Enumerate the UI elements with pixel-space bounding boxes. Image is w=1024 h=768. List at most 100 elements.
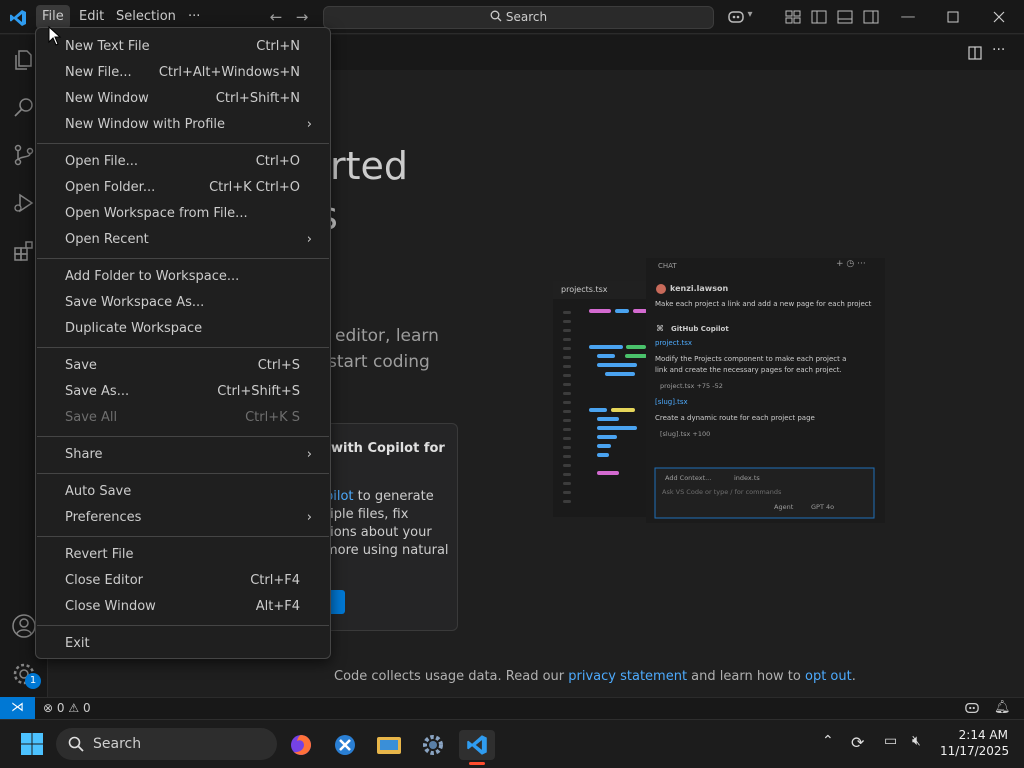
- firefox-icon[interactable]: [283, 730, 319, 760]
- menu-item-label: Add Folder to Workspace...: [65, 269, 240, 284]
- command-center-search[interactable]: Search: [323, 6, 714, 29]
- menu-item-label: Close Window: [65, 599, 156, 614]
- menu-item-close-window[interactable]: Close Window Alt+F4: [36, 594, 330, 620]
- copilot-icon[interactable]: [727, 9, 745, 25]
- menu-item-save-workspace-as[interactable]: Save Workspace As...: [36, 290, 330, 316]
- chat-user-message: Make each project a link and add a new p…: [655, 300, 872, 308]
- chat-title: CHAT: [658, 262, 677, 270]
- menu-separator: [37, 143, 329, 144]
- copilot-avatar-icon: ⌘: [656, 324, 664, 333]
- menu-separator: [37, 473, 329, 474]
- card-body: pilot to generate tiple files, fix tions…: [325, 488, 449, 560]
- menu-item-close-editor[interactable]: Close Editor Ctrl+F4: [36, 568, 330, 594]
- menu-item-new-file[interactable]: New File... Ctrl+Alt+Windows+N: [36, 60, 330, 86]
- menu-item-revert-file[interactable]: Revert File: [36, 542, 330, 568]
- menu-item-preferences[interactable]: Preferences ›: [36, 505, 330, 531]
- toggle-panel-icon[interactable]: [837, 10, 853, 24]
- menu-item-shortcut: Ctrl+K S: [245, 410, 300, 425]
- welcome-desc-2: start coding: [328, 352, 430, 372]
- network-icon[interactable]: ▭: [884, 733, 897, 749]
- menu-item-label: New Window with Profile: [65, 117, 226, 132]
- menu-item-label: Share: [65, 447, 103, 462]
- menu-item-share[interactable]: Share ›: [36, 442, 330, 468]
- menu-item-new-window[interactable]: New Window Ctrl+Shift+N: [36, 86, 330, 112]
- split-editor-icon[interactable]: [968, 46, 982, 60]
- chat-diff-2: [slug].tsx +100: [660, 430, 711, 438]
- menu-item-new-window-with-profile[interactable]: New Window with Profile ›: [36, 112, 330, 138]
- menu-item-label: Save All: [65, 410, 118, 425]
- explorer-icon[interactable]: [12, 48, 36, 72]
- vscode-logo-icon[interactable]: [9, 9, 27, 27]
- chevron-down-icon[interactable]: ▾: [744, 9, 756, 20]
- menu-item-open-workspace-from-file[interactable]: Open Workspace from File...: [36, 201, 330, 227]
- menu-item-auto-save[interactable]: Auto Save: [36, 479, 330, 505]
- toggle-secondary-sidebar-icon[interactable]: [863, 10, 879, 24]
- menu-item-exit[interactable]: Exit: [36, 631, 330, 657]
- chat-actions-icon: + ◷ ···: [836, 259, 866, 269]
- menu-item-shortcut: Ctrl+K Ctrl+O: [209, 180, 300, 195]
- forward-arrow-icon[interactable]: →: [292, 8, 312, 26]
- close-icon[interactable]: [993, 11, 1005, 23]
- menu-item-add-folder-to-workspace[interactable]: Add Folder to Workspace...: [36, 264, 330, 290]
- vscode-taskbar-icon[interactable]: [459, 730, 495, 760]
- copilot-app-icon[interactable]: [327, 730, 363, 760]
- chat-context-file: index.ts: [734, 474, 760, 482]
- menu-more[interactable]: ···: [182, 5, 206, 29]
- mouse-cursor-icon: [48, 26, 62, 46]
- toggle-primary-sidebar-icon[interactable]: [811, 10, 827, 24]
- taskbar-search-label: Search: [93, 736, 142, 752]
- taskbar-time[interactable]: 2:14 AM: [950, 728, 1008, 742]
- active-app-indicator: [469, 762, 485, 765]
- problems-indicator[interactable]: ⊗ 0 ⚠ 0: [43, 701, 91, 715]
- menu-item-open-folder[interactable]: Open Folder... Ctrl+K Ctrl+O: [36, 175, 330, 201]
- extensions-icon[interactable]: [12, 239, 36, 263]
- chat-mode: Agent: [774, 503, 794, 511]
- menu-item-label: Open Workspace from File...: [65, 206, 248, 221]
- card-text-1: to generate: [353, 489, 434, 504]
- privacy-text-3: .: [851, 669, 856, 684]
- taskbar-date[interactable]: 11/17/2025: [940, 744, 1009, 758]
- menu-item-open-file[interactable]: Open File... Ctrl+O: [36, 149, 330, 175]
- remote-indicator-icon[interactable]: ⋊: [0, 697, 35, 719]
- minimize-icon[interactable]: —: [898, 7, 918, 25]
- menu-item-label: Auto Save: [65, 484, 132, 499]
- menu-item-save[interactable]: Save Ctrl+S: [36, 353, 330, 379]
- chat-msg-3: Create a dynamic route for each project …: [655, 414, 815, 422]
- maximize-icon[interactable]: [947, 11, 959, 23]
- warning-count: 0: [82, 701, 91, 715]
- menu-item-label: Open Recent: [65, 232, 149, 247]
- taskbar-search[interactable]: Search: [56, 728, 277, 760]
- chat-msg-line-2: link and create the necessary pages for …: [655, 366, 842, 374]
- chat-assistant-name: GitHub Copilot: [671, 325, 729, 333]
- opt-out-link[interactable]: opt out: [805, 669, 852, 684]
- show-hidden-icons-icon[interactable]: ⌃: [822, 733, 834, 749]
- privacy-statement-link[interactable]: privacy statement: [568, 669, 687, 684]
- menu-item-label: Save As...: [65, 384, 130, 399]
- error-icon: ⊗: [43, 701, 54, 715]
- sync-status-icon[interactable]: ⟳: [851, 733, 864, 752]
- windows-start-icon[interactable]: [20, 732, 44, 756]
- menu-selection[interactable]: Selection: [110, 5, 182, 29]
- volume-muted-icon[interactable]: 🔇︎: [912, 733, 921, 749]
- menu-item-label: New Window: [65, 91, 149, 106]
- source-control-icon[interactable]: [12, 143, 36, 167]
- accounts-icon[interactable]: [11, 613, 37, 639]
- menu-edit[interactable]: Edit: [73, 5, 110, 29]
- customize-layout-icon[interactable]: [785, 10, 801, 24]
- file-explorer-icon[interactable]: [371, 730, 407, 760]
- menu-separator: [37, 536, 329, 537]
- copilot-status-icon[interactable]: [964, 701, 980, 715]
- menu-item-shortcut: Ctrl+F4: [250, 573, 300, 588]
- menu-item-duplicate-workspace[interactable]: Duplicate Workspace: [36, 316, 330, 342]
- settings-app-icon[interactable]: [415, 730, 451, 760]
- back-arrow-icon[interactable]: ←: [266, 8, 286, 26]
- menu-item-new-text-file[interactable]: New Text File Ctrl+N: [36, 34, 330, 60]
- menu-item-save-as[interactable]: Save As... Ctrl+Shift+S: [36, 379, 330, 405]
- card-text-2: tiple files, fix: [325, 507, 409, 522]
- menu-item-open-recent[interactable]: Open Recent ›: [36, 227, 330, 253]
- menu-item-shortcut: Alt+F4: [255, 599, 300, 614]
- search-view-icon[interactable]: [12, 96, 36, 120]
- run-debug-icon[interactable]: [12, 191, 36, 215]
- notifications-bell-icon[interactable]: 🔔︎: [994, 700, 1011, 715]
- more-actions-icon[interactable]: ···: [992, 42, 1005, 58]
